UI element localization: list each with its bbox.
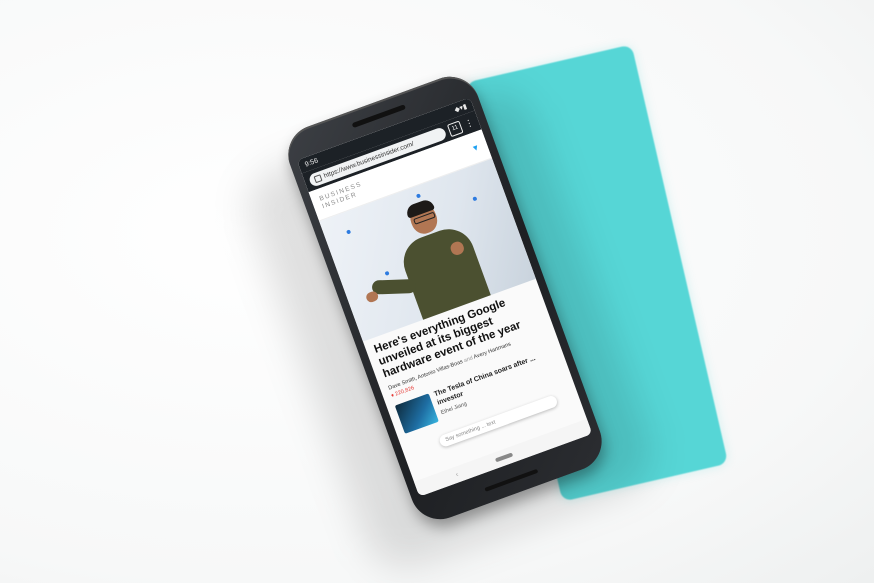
- status-icons: ◆▾▮: [453, 103, 469, 115]
- tab-switcher-button[interactable]: 11: [446, 119, 464, 137]
- stage-dot: [472, 196, 478, 202]
- status-time: 9:56: [303, 156, 320, 169]
- next-story-thumbnail: [394, 393, 439, 434]
- stage-dot: [346, 229, 352, 235]
- more-vert-icon[interactable]: ⋮: [463, 116, 475, 128]
- stage-dot: [415, 193, 422, 199]
- lock-icon: [313, 173, 323, 183]
- assistant-hint: Say something ... text: [444, 419, 497, 444]
- photo-scene: 9:56 ◆▾▮ https://www.businessinsider.com…: [0, 0, 874, 583]
- bottom-speaker: [484, 468, 539, 492]
- home-pill-icon[interactable]: [495, 452, 514, 463]
- speaker-arm: [371, 278, 417, 295]
- twitter-icon[interactable]: ▼: [470, 142, 481, 153]
- back-icon[interactable]: ‹: [455, 471, 460, 478]
